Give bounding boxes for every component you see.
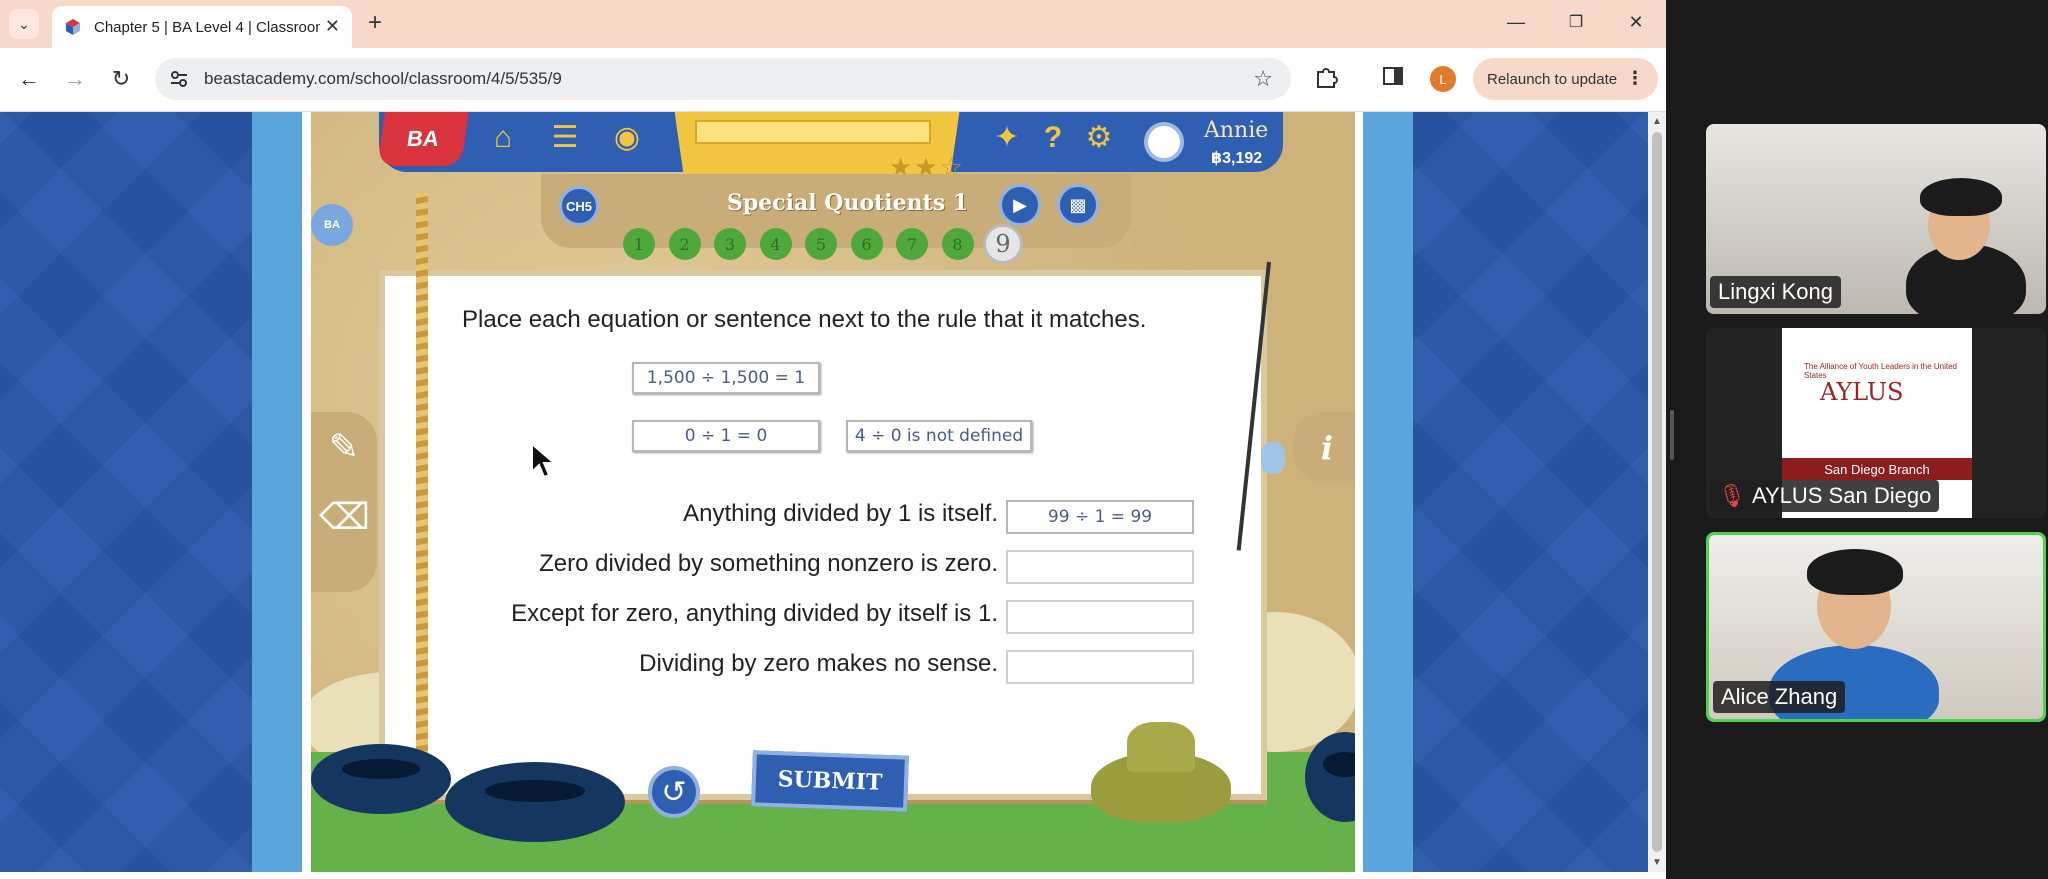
rule-text-1: Anything divided by 1 is itself. <box>683 500 998 527</box>
eraser-icon[interactable]: ⌫ <box>319 492 370 542</box>
participant-name: Lingxi Kong <box>1710 276 1841 308</box>
home-icon[interactable]: ⌂ <box>485 120 521 156</box>
relaunch-label: Relaunch to update <box>1487 70 1618 88</box>
problem-4-button[interactable]: 4 <box>759 228 792 260</box>
scrollbar-thumb[interactable] <box>1652 132 1662 852</box>
back-arrow-icon[interactable]: ← <box>14 65 44 93</box>
right-border <box>1355 112 1363 872</box>
problem-8-button[interactable]: 8 <box>941 228 974 260</box>
play-video-icon[interactable]: ▶ <box>999 184 1041 226</box>
info-icon[interactable]: i <box>1309 430 1345 466</box>
participant-name: Alice Zhang <box>1713 681 1846 713</box>
drop-slot-2[interactable] <box>1006 550 1194 584</box>
aylus-branch: San Diego Branch <box>1782 458 1972 480</box>
problem-5-button[interactable]: 5 <box>805 228 837 260</box>
rope-decoration <box>416 192 428 792</box>
participant-name-text: AYLUS San Diego <box>1751 483 1932 508</box>
minimize-icon[interactable]: — <box>1504 12 1528 33</box>
close-window-icon[interactable]: ✕ <box>1624 12 1648 33</box>
aylus-logo: AYLUS <box>1820 378 1904 406</box>
whistle-icon <box>1261 442 1285 474</box>
bookmark-star-icon[interactable]: ☆ <box>1253 66 1273 92</box>
problem-3-button[interactable]: 3 <box>714 228 746 260</box>
reset-icon[interactable]: ↺ <box>648 766 700 818</box>
tab-strip: ⌄ Chapter 5 | BA Level 4 | Classroom ✕ +… <box>0 0 1666 48</box>
gear-icon[interactable]: ⚙ <box>1081 120 1117 156</box>
url-text: beastacademy.com/school/classroom/4/5/53… <box>204 69 562 88</box>
participant-tile-3[interactable]: Alice Zhang <box>1706 532 2046 722</box>
forward-arrow-icon[interactable]: → <box>60 65 90 93</box>
drop-slot-1[interactable]: 99 ÷ 1 = 99 <box>1006 500 1194 534</box>
ba-logo[interactable]: BA <box>377 112 469 166</box>
new-tab-button[interactable]: + <box>368 10 382 36</box>
chevron-down-icon: ⌄ <box>18 15 30 32</box>
more-menu-icon[interactable]: ⋮ <box>1626 68 1644 89</box>
cube-favicon-icon <box>64 18 82 36</box>
participant-hair <box>1920 178 2002 216</box>
scroll-down-icon[interactable]: ▼ <box>1652 857 1662 868</box>
right-strip <box>1363 112 1413 872</box>
mic-muted-icon: 🎙 <box>1718 483 1746 508</box>
book-icon[interactable]: ☰ <box>547 120 583 156</box>
problem-6-button[interactable]: 6 <box>850 228 883 260</box>
participant-hair <box>1807 549 1903 595</box>
user-avatar[interactable] <box>1144 122 1184 162</box>
ranger-hat <box>1091 722 1231 822</box>
tire-middle <box>445 762 625 842</box>
video-camera-icon[interactable]: ◉ <box>609 120 645 156</box>
restore-icon[interactable]: ❐ <box>1564 12 1588 32</box>
answer-tile-c[interactable]: 4 ÷ 0 is not defined <box>846 420 1032 452</box>
problem-1-button[interactable]: 1 <box>623 228 655 260</box>
site-settings-icon[interactable] <box>169 69 189 89</box>
guide-book-icon[interactable]: ▩ <box>1057 184 1099 226</box>
answer-tile-a[interactable]: 1,500 ÷ 1,500 = 1 <box>632 362 820 394</box>
participant-tile-2[interactable]: The Alliance of Youth Leaders in the Uni… <box>1706 328 2046 518</box>
drop-slot-4[interactable] <box>1006 650 1194 684</box>
chapter-badge[interactable]: CH5 <box>559 186 599 226</box>
extensions-puzzle-icon[interactable] <box>1313 64 1343 94</box>
scroll-up-icon[interactable]: ▲ <box>1652 116 1662 127</box>
profile-avatar[interactable]: L <box>1430 66 1456 92</box>
browser-toolbar: ← → ↻ beastacademy.com/school/classroom/… <box>0 48 1666 112</box>
help-question-icon[interactable]: ? <box>1035 120 1071 156</box>
rule-text-4: Dividing by zero makes no sense. <box>639 650 998 677</box>
rule-text-2: Zero divided by something nonzero is zer… <box>539 550 998 577</box>
problem-9-button[interactable]: 9 <box>983 224 1023 264</box>
lesson-title: Special Quotients 1 <box>727 190 969 216</box>
tab-title: Chapter 5 | BA Level 4 | Classroom <box>94 18 320 36</box>
problem-card <box>379 270 1267 800</box>
coin-balance: ฿3,192 <box>1211 150 1263 167</box>
tab-search-button[interactable]: ⌄ <box>9 9 39 39</box>
progress-bar <box>695 120 931 144</box>
active-tab[interactable]: Chapter 5 | BA Level 4 | Classroom ✕ <box>52 6 352 48</box>
pencil-icon[interactable]: ✎ <box>319 422 369 472</box>
drop-slot-3[interactable] <box>1006 600 1194 634</box>
tire-left <box>311 744 451 814</box>
page-scrollbar[interactable]: ▲ ▼ <box>1648 112 1666 872</box>
reload-icon[interactable]: ↻ <box>106 65 136 93</box>
left-strip <box>252 112 302 872</box>
side-panel-icon[interactable] <box>1381 64 1411 94</box>
problem-7-button[interactable]: 7 <box>896 228 928 260</box>
close-tab-icon[interactable]: ✕ <box>325 16 340 37</box>
participant-tile-1[interactable]: Lingxi Kong <box>1706 124 2046 314</box>
problem-2-button[interactable]: 2 <box>668 228 701 260</box>
video-call-panel: Lingxi Kong The Alliance of Youth Leader… <box>1666 0 2048 879</box>
browser-window: ⌄ Chapter 5 | BA Level 4 | Classroom ✕ +… <box>0 0 1666 879</box>
panel-resize-handle[interactable] <box>1666 410 1676 460</box>
user-name[interactable]: Annie <box>1204 118 1268 143</box>
instruction-text: Place each equation or sentence next to … <box>462 306 1147 333</box>
rule-text-3: Except for zero, anything divided by its… <box>511 600 998 627</box>
address-bar[interactable]: beastacademy.com/school/classroom/4/5/53… <box>155 58 1291 100</box>
submit-button[interactable]: SUBMIT <box>751 750 909 812</box>
relaunch-button[interactable]: Relaunch to update ⋮ <box>1473 58 1658 100</box>
side-ba-badge[interactable]: BA <box>311 204 353 246</box>
page-content: BA ⌂ ☰ ◉ ★★☆ ✦ ? ⚙ Annie ฿3,192 CH5 Spec… <box>0 112 1648 872</box>
answer-tile-b[interactable]: 0 ÷ 1 = 0 <box>632 420 820 452</box>
mouse-cursor-icon <box>531 442 557 479</box>
participant-name: 🎙 AYLUS San Diego <box>1710 480 1940 512</box>
ribbon-award-icon[interactable]: ✦ <box>989 120 1025 156</box>
left-border <box>302 112 311 872</box>
